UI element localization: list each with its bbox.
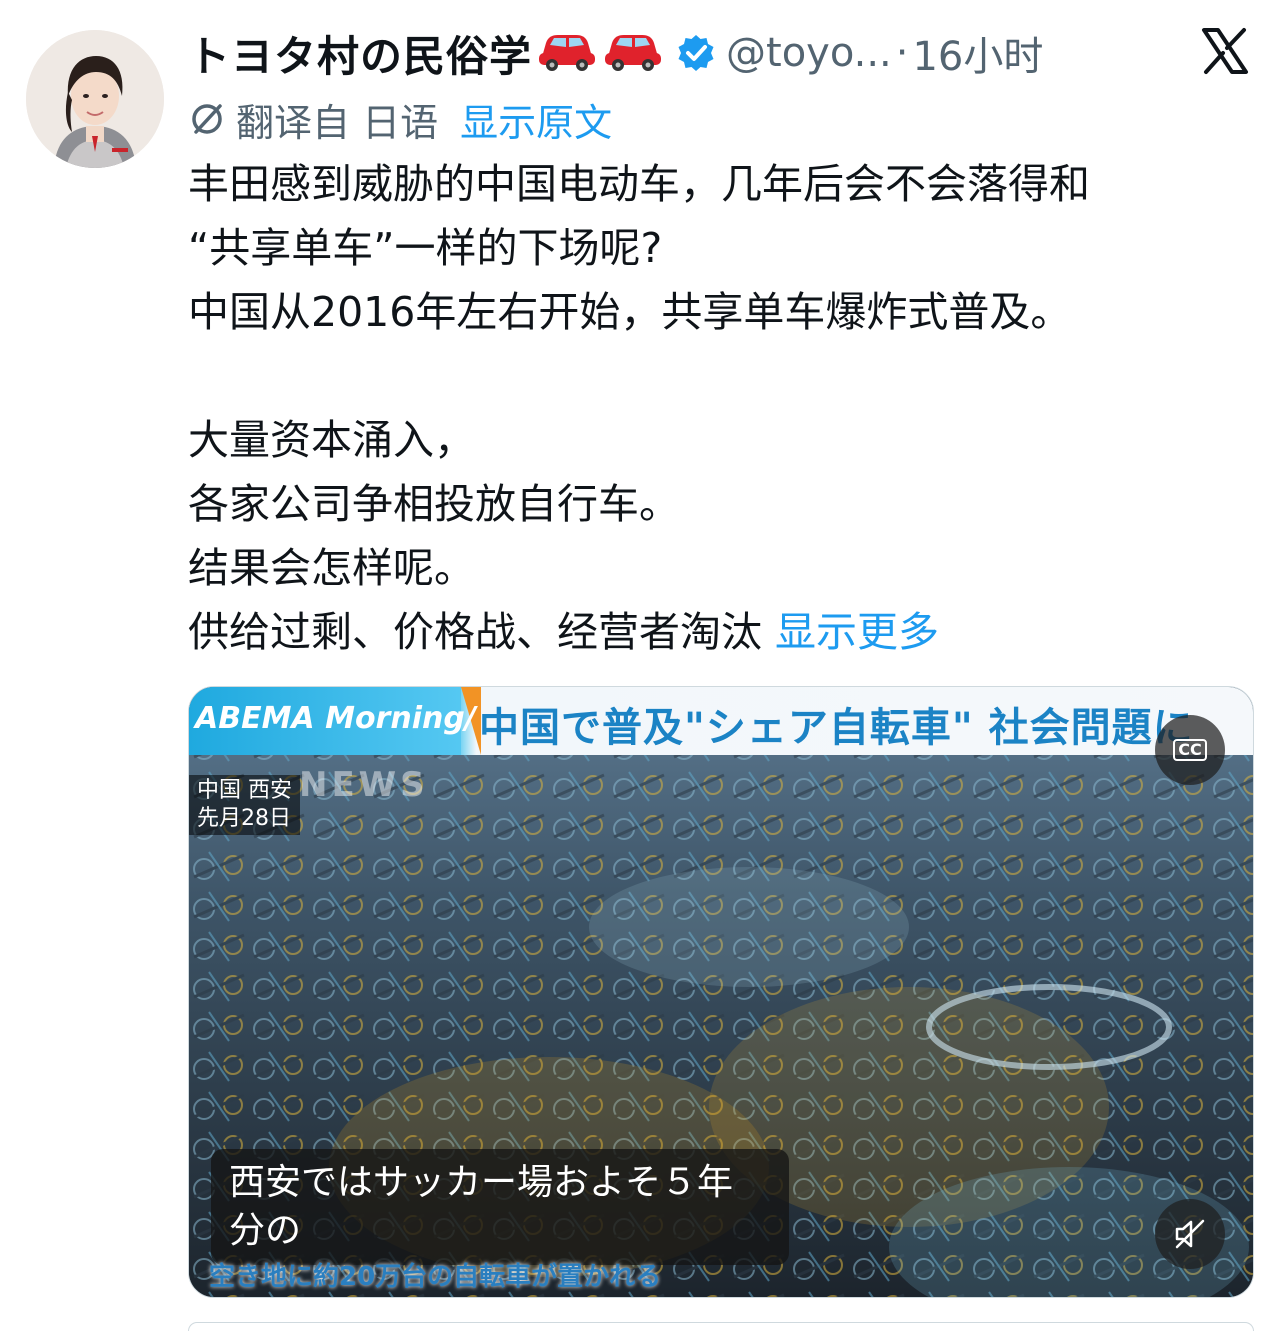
- show-original-link[interactable]: 显示原文: [460, 92, 612, 147]
- location-place: 中国 西安: [197, 778, 292, 803]
- translation-row: 翻译自 日语 显示原文: [188, 92, 612, 147]
- display-name[interactable]: トヨタ村の民俗学: [188, 23, 532, 84]
- tweet-line-last: 供给过剩、价格战、经营者淘汰 显示更多: [188, 600, 1258, 664]
- muted-speaker-icon: [1175, 1219, 1205, 1249]
- caption-line: 西安ではサッカー場およそ５年: [229, 1162, 734, 1203]
- news-headline: 中国で普及"シェア自転車" 社会問題に: [479, 705, 1194, 751]
- location-tag: 中国 西安 先月28日: [189, 775, 300, 835]
- tweet-line: [188, 344, 1258, 408]
- tweet-line: 各家公司争相投放自行车。: [188, 480, 680, 528]
- header-separator: ·: [895, 30, 909, 76]
- next-card-edge: [188, 1322, 1254, 1331]
- avatar[interactable]: [26, 30, 164, 168]
- avatar-image: [26, 30, 164, 168]
- verified-badge-icon[interactable]: [676, 33, 716, 73]
- video-player[interactable]: ABEMA Morning/ 中国で普及"シェア自転車" 社会問題に NEWS …: [188, 686, 1254, 1298]
- translated-from-label: 翻译自 日语: [236, 100, 439, 145]
- tweet-header: トヨタ村の民俗学 @toyo... · 16小时: [188, 22, 1260, 84]
- closed-captions-button[interactable]: CC: [1155, 715, 1225, 785]
- author-handle[interactable]: @toyo...: [726, 30, 892, 76]
- tweet-line: 丰田感到威胁的中国电动车，几年后会不会落得和: [188, 160, 1090, 208]
- tweet-line: 大量资本涌入，: [188, 416, 475, 464]
- news-ticker: 空き地に約20万台の自転車が置かれる: [209, 1262, 662, 1292]
- tweet-line: 中国从2016年左右开始，共享单车爆炸式普及。: [188, 288, 1072, 336]
- tweet-line: 供给过剩、价格战、经营者淘汰: [188, 608, 762, 656]
- news-watermark: NEWS: [299, 765, 429, 805]
- abema-logo: ABEMA Morning/: [195, 701, 476, 736]
- tweet-text: 丰田感到威胁的中国电动车，几年后会不会落得和 “共享单车”一样的下场呢? 中国从…: [188, 152, 1258, 664]
- red-car-emoji: [536, 29, 598, 77]
- news-banner: ABEMA Morning/ 中国で普及"シェア自転車" 社会問題に: [189, 687, 1253, 755]
- x-logo-icon[interactable]: [1200, 26, 1250, 76]
- cc-icon: CC: [1173, 739, 1207, 761]
- banner-brand-area: ABEMA Morning/: [189, 687, 481, 755]
- show-more-link[interactable]: 显示更多: [775, 608, 939, 656]
- red-car-emoji: [602, 29, 664, 77]
- mute-button[interactable]: [1155, 1199, 1225, 1269]
- location-date: 先月28日: [197, 806, 291, 831]
- translate-icon: [188, 100, 226, 138]
- timestamp[interactable]: 16小时: [912, 24, 1043, 82]
- caption-line: 分の: [229, 1210, 302, 1251]
- tweet-line: “共享单车”一样的下场呢?: [188, 224, 663, 272]
- video-caption: 西安ではサッカー場およそ５年 分の: [211, 1149, 789, 1265]
- tweet-line: 结果会怎样呢。: [188, 544, 475, 592]
